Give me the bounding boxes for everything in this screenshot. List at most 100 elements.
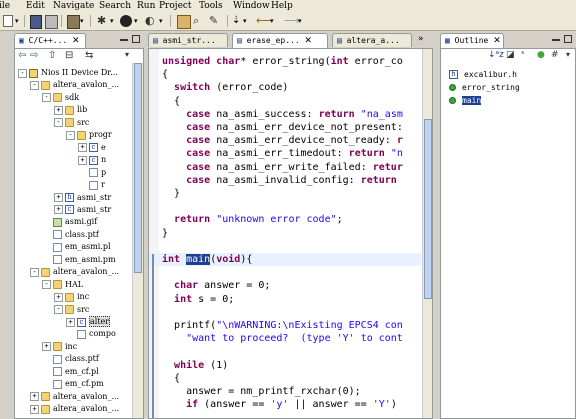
- open-type-icon[interactable]: [177, 15, 191, 29]
- editor-scrollbar[interactable]: [422, 49, 432, 418]
- outline-item[interactable]: h excalibur.h: [449, 69, 517, 81]
- expand-icon[interactable]: +: [54, 193, 63, 202]
- run-dropdown-icon[interactable]: ▾: [134, 15, 139, 27]
- expand-icon[interactable]: +: [78, 155, 87, 165]
- menu-navigate[interactable]: Navigate: [53, 0, 94, 12]
- menu-search[interactable]: Search: [99, 0, 131, 12]
- menu-window[interactable]: Window: [233, 0, 270, 12]
- link-editor-icon[interactable]: ⇆: [85, 50, 93, 61]
- expand-icon[interactable]: +: [30, 392, 39, 402]
- external-tools-icon[interactable]: ◐: [145, 15, 157, 27]
- collapse-icon[interactable]: -: [42, 280, 51, 290]
- hide-fields-icon[interactable]: ◪: [506, 50, 515, 60]
- tree-item[interactable]: - progr: [66, 129, 112, 141]
- tree-item[interactable]: - src: [54, 117, 89, 129]
- close-icon[interactable]: ✕: [72, 36, 80, 46]
- tree-item[interactable]: r: [78, 179, 105, 191]
- expand-icon[interactable]: +: [54, 292, 63, 302]
- menu-run[interactable]: Run: [137, 0, 155, 12]
- expand-icon[interactable]: +: [54, 105, 63, 115]
- hide-static-icon[interactable]: ˢ: [521, 50, 524, 60]
- print-icon[interactable]: [45, 15, 58, 29]
- debug-dropdown-icon[interactable]: ▾: [110, 15, 115, 27]
- menu-file[interactable]: ile: [0, 0, 10, 12]
- external-tools-dropdown-icon[interactable]: ▾: [159, 15, 164, 27]
- sort-icon[interactable]: ↓ᵃz: [488, 50, 504, 60]
- tree-item[interactable]: + c alter: [66, 316, 111, 328]
- save-icon[interactable]: [30, 15, 42, 29]
- build-dropdown-icon[interactable]: ▾: [80, 15, 85, 27]
- tree-item[interactable]: + c n: [78, 154, 106, 166]
- tree-item[interactable]: - altera_avalon_...: [30, 266, 119, 278]
- outline-item[interactable]: error_string: [449, 82, 520, 94]
- tab-altera-a[interactable]: ▤ altera_a...: [332, 33, 412, 47]
- forward-dropdown-icon[interactable]: ▾: [298, 15, 303, 27]
- new-icon[interactable]: [3, 15, 13, 27]
- collapse-icon[interactable]: -: [54, 118, 63, 128]
- toggle-mark-icon[interactable]: ✎: [209, 15, 221, 27]
- tree-item[interactable]: asmi.gif: [42, 216, 97, 228]
- search-icon[interactable]: ⌕: [193, 15, 205, 27]
- menu-tools[interactable]: Tools: [199, 0, 223, 12]
- tree-item[interactable]: + lib: [54, 104, 87, 116]
- tree-item[interactable]: + c e: [78, 142, 106, 154]
- menu-help[interactable]: Help: [271, 0, 293, 12]
- tree-item[interactable]: + h asmi_str: [54, 192, 111, 204]
- tree-item[interactable]: class.ptf: [42, 229, 99, 241]
- collapse-icon[interactable]: -: [42, 93, 51, 103]
- tab-cpp-projects[interactable]: ▣ C/C++... ✕: [14, 33, 86, 48]
- tree-item[interactable]: em_asmi.pm: [42, 254, 116, 266]
- tab-overflow-icon[interactable]: »: [418, 34, 424, 44]
- menu-project[interactable]: Project: [159, 0, 192, 12]
- next-annotation-icon[interactable]: ⇣: [232, 15, 242, 27]
- debug-icon[interactable]: ✱: [97, 15, 109, 27]
- tree-scroll-thumb[interactable]: [134, 63, 142, 273]
- tree-item[interactable]: p: [78, 167, 106, 179]
- maximize-icon[interactable]: [564, 35, 572, 43]
- minimize-icon[interactable]: [552, 39, 560, 41]
- prev-annotation-icon[interactable]: ⟵: [256, 15, 272, 27]
- tree-item[interactable]: + altera_avalon_...: [30, 403, 119, 415]
- tree-item[interactable]: em_cf.pm: [42, 378, 104, 390]
- collapse-all-icon[interactable]: ⊟: [65, 50, 73, 61]
- close-icon[interactable]: ✕: [493, 36, 501, 46]
- menu-edit[interactable]: Edit: [26, 0, 45, 12]
- expand-icon[interactable]: +: [42, 342, 51, 352]
- forward-icon[interactable]: ⟶: [284, 15, 300, 27]
- next-annotation-dropdown-icon[interactable]: ▾: [243, 15, 248, 27]
- back-icon[interactable]: ⇦: [18, 50, 26, 61]
- new-dropdown-icon[interactable]: ▾: [15, 15, 20, 27]
- tree-item[interactable]: - altera_avalon_...: [30, 79, 119, 91]
- prev-annotation-dropdown-icon[interactable]: ▾: [270, 15, 275, 27]
- tree-item[interactable]: + inc: [42, 341, 77, 353]
- tree-item[interactable]: em_asmi.pl: [42, 241, 111, 253]
- tree-item[interactable]: - HAL: [42, 279, 83, 291]
- close-icon[interactable]: ✕: [304, 36, 312, 46]
- tab-erase-epcs[interactable]: ▤ erase_ep... ✕: [232, 33, 328, 48]
- tree-item[interactable]: - sdk: [42, 92, 79, 104]
- collapse-icon[interactable]: -: [30, 80, 39, 90]
- tree-item[interactable]: + inc: [54, 291, 89, 303]
- expand-icon[interactable]: +: [54, 205, 63, 215]
- tree-item[interactable]: class.ptf: [42, 353, 99, 365]
- maximize-icon[interactable]: [132, 35, 140, 43]
- view-menu-icon[interactable]: ▾: [566, 50, 570, 59]
- tree-item[interactable]: - src: [54, 304, 89, 316]
- run-icon[interactable]: [120, 15, 132, 27]
- build-icon[interactable]: [67, 15, 80, 29]
- tree-item[interactable]: em_cf.pl: [42, 366, 99, 378]
- expand-icon[interactable]: +: [30, 404, 39, 414]
- tab-outline[interactable]: ▦ Outline ✕: [440, 33, 504, 48]
- outline-item[interactable]: main: [449, 95, 482, 107]
- code-editor[interactable]: unsigned char* error_string(int error_co…: [148, 48, 433, 419]
- tree-scrollbar[interactable]: [132, 63, 143, 418]
- collapse-icon[interactable]: -: [66, 130, 75, 140]
- collapse-icon[interactable]: -: [54, 305, 63, 315]
- collapse-icon[interactable]: -: [30, 267, 39, 277]
- hide-nonpublic-icon[interactable]: ●: [537, 50, 545, 60]
- tree-item[interactable]: + altera_avalon_...: [30, 391, 119, 403]
- expand-icon[interactable]: +: [66, 317, 75, 327]
- collapse-icon[interactable]: -: [18, 68, 27, 78]
- view-menu-icon[interactable]: ▾: [125, 50, 129, 59]
- up-icon[interactable]: ⇧: [48, 50, 56, 61]
